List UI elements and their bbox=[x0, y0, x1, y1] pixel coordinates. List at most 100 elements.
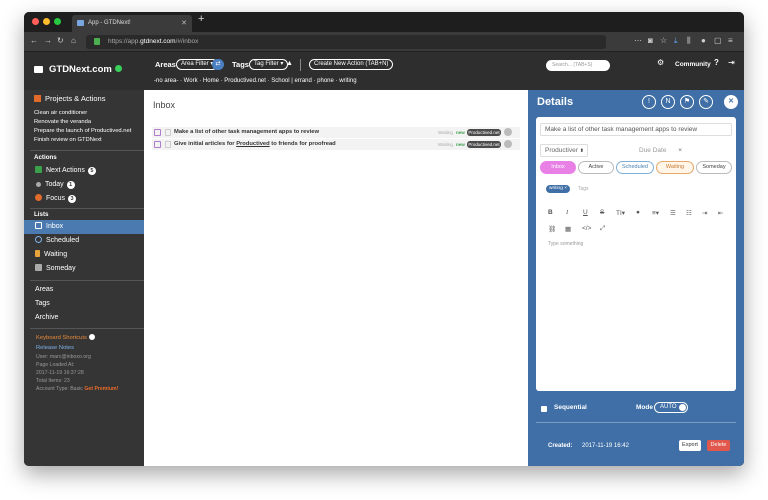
export-button[interactable]: Export bbox=[679, 440, 701, 451]
help-icon[interactable]: ? bbox=[714, 58, 719, 67]
sidebar-item-waiting[interactable]: Waiting bbox=[24, 248, 144, 262]
priority-icon[interactable]: ! bbox=[642, 95, 656, 109]
reload-icon[interactable]: ↻ bbox=[57, 36, 64, 45]
projects-heading[interactable]: Projects & Actions bbox=[34, 94, 105, 103]
task-row[interactable]: Make a list of other task management app… bbox=[152, 127, 520, 138]
inbox-pane: Inbox Make a list of other task manageme… bbox=[144, 90, 528, 466]
create-action-button[interactable]: Create New Action (TAB+N) bbox=[309, 59, 394, 70]
underline-icon[interactable]: U bbox=[583, 209, 588, 216]
status-waiting[interactable]: Waiting bbox=[656, 161, 694, 174]
task-title[interactable]: Give initial articles for Productived to… bbox=[174, 141, 336, 147]
tag-chip[interactable]: writing × bbox=[546, 185, 570, 193]
area-select[interactable]: Productiver ⬍ bbox=[540, 144, 588, 157]
task-name-input[interactable]: Make a list of other task management app… bbox=[540, 123, 732, 136]
sidebar-item-someday[interactable]: Someday bbox=[24, 262, 144, 276]
sidebar-item-focus[interactable]: Focus 3 bbox=[24, 192, 144, 206]
task-title[interactable]: Make a list of other task management app… bbox=[174, 129, 319, 135]
sidebar-toggle-icon[interactable]: ▢ bbox=[714, 36, 722, 45]
home-icon[interactable]: ⌂ bbox=[71, 36, 76, 45]
account-icon[interactable]: ● bbox=[701, 36, 706, 45]
back-arrow-icon[interactable]: ← bbox=[30, 36, 38, 45]
logout-icon[interactable]: ⇥ bbox=[728, 58, 735, 67]
menu-icon[interactable]: ≡ bbox=[728, 36, 733, 45]
tags-input[interactable]: Tags bbox=[578, 186, 589, 192]
library-icon[interactable]: ⫼ bbox=[687, 36, 691, 46]
task-checkbox[interactable] bbox=[154, 129, 161, 136]
bold-icon[interactable]: B bbox=[548, 209, 553, 216]
italic-icon[interactable]: I bbox=[566, 209, 568, 216]
notes-editor[interactable]: Type something bbox=[548, 241, 583, 247]
project-item[interactable]: Prepare the launch of Productived.net bbox=[34, 128, 131, 134]
task-row[interactable]: Give initial articles for Productived to… bbox=[152, 139, 520, 150]
next-flag-icon[interactable]: N bbox=[661, 95, 675, 109]
status-scheduled[interactable]: Scheduled bbox=[616, 161, 654, 174]
task-note-icon[interactable] bbox=[165, 129, 171, 136]
status-someday[interactable]: Someday bbox=[696, 161, 732, 174]
release-notes-link[interactable]: Release Notes bbox=[36, 345, 74, 351]
minimize-window-button[interactable] bbox=[43, 18, 50, 25]
row-settings-icon[interactable] bbox=[504, 128, 512, 136]
link-icon[interactable]: ⛓ bbox=[548, 225, 556, 233]
align-icon[interactable]: ≡▾ bbox=[652, 209, 659, 217]
filter-links[interactable]: -no area- · Work · Home · Productived.ne… bbox=[154, 78, 357, 84]
sidebar-item-scheduled[interactable]: Scheduled bbox=[24, 234, 144, 248]
area-sync-button[interactable]: ⇄ bbox=[212, 59, 224, 70]
settings-gear-icon[interactable]: ⚙ bbox=[657, 58, 664, 67]
new-tab-button[interactable]: + bbox=[198, 13, 204, 25]
browser-tab[interactable]: App - GTDNext! ✕ bbox=[72, 15, 192, 32]
code-view-icon[interactable]: </> bbox=[582, 225, 591, 232]
pocket-icon[interactable]: ◙ bbox=[648, 36, 653, 45]
community-link[interactable]: Community bbox=[675, 61, 711, 68]
outdent-icon[interactable]: ⇤ bbox=[718, 209, 723, 217]
area-tag[interactable]: Productived.net bbox=[467, 129, 501, 136]
row-settings-icon[interactable] bbox=[504, 140, 512, 148]
waiting-label[interactable]: Waiting bbox=[438, 130, 453, 135]
clear-date-icon[interactable]: × bbox=[678, 147, 682, 154]
brand[interactable]: GTDNext.com bbox=[34, 64, 122, 75]
get-premium-link[interactable]: Get Premium! bbox=[84, 386, 118, 392]
download-icon[interactable]: ⤓ bbox=[674, 36, 678, 46]
task-checkbox[interactable] bbox=[154, 141, 161, 148]
sidebar-item-next-actions[interactable]: Next Actions 5 bbox=[24, 164, 144, 178]
project-item[interactable]: Renovate the veranda bbox=[34, 119, 91, 125]
status-active[interactable]: Active bbox=[578, 161, 614, 174]
ordered-list-icon[interactable]: ☰ bbox=[670, 209, 676, 217]
tab-close-icon[interactable]: ✕ bbox=[181, 15, 187, 32]
task-note-icon[interactable] bbox=[165, 141, 171, 148]
delete-button[interactable]: Delete bbox=[707, 440, 730, 451]
status-inbox[interactable]: Inbox bbox=[540, 161, 576, 174]
waiting-label[interactable]: Waiting bbox=[438, 142, 453, 147]
table-icon[interactable]: ▦ bbox=[565, 225, 571, 233]
due-date-input[interactable]: Due Date × bbox=[634, 144, 688, 157]
more-icon[interactable]: ⋯ bbox=[634, 36, 642, 45]
tag-filter-dropdown[interactable]: Tag Filter ▾ bbox=[249, 59, 289, 70]
keyboard-shortcuts-link[interactable]: Keyboard Shortcuts bbox=[36, 334, 95, 341]
sidebar-item-areas[interactable]: Areas bbox=[35, 286, 53, 293]
task-title-link[interactable]: Productived bbox=[236, 141, 270, 147]
search-input[interactable]: Search... (TAB+S) bbox=[546, 60, 610, 71]
mode-select[interactable]: AUTO bbox=[654, 402, 688, 413]
fullscreen-icon[interactable]: ⤢ bbox=[600, 225, 605, 233]
project-item[interactable]: Finish review on GTDNext bbox=[34, 137, 102, 143]
collapse-filters-icon[interactable]: ▲ bbox=[286, 60, 293, 67]
bullet-list-icon[interactable]: ☷ bbox=[686, 209, 692, 217]
color-drop-icon[interactable]: ● bbox=[636, 209, 640, 216]
sequential-checkbox[interactable] bbox=[541, 406, 547, 412]
sidebar-item-today[interactable]: Today 1 bbox=[24, 178, 144, 192]
flag-icon[interactable]: ⚑ bbox=[680, 95, 694, 109]
text-size-icon[interactable]: TI▾ bbox=[616, 209, 625, 217]
address-bar[interactable]: https://app.gtdnext.com/#/inbox bbox=[86, 35, 606, 49]
close-window-button[interactable] bbox=[32, 18, 39, 25]
sidebar-item-inbox[interactable]: Inbox bbox=[24, 220, 144, 234]
strikethrough-icon[interactable]: S bbox=[600, 209, 604, 216]
attach-icon[interactable]: ✎ bbox=[699, 95, 713, 109]
bookmark-star-icon[interactable]: ☆ bbox=[660, 36, 667, 45]
area-tag[interactable]: Productived.net bbox=[467, 141, 501, 148]
project-item[interactable]: Clean air conditioner bbox=[34, 110, 87, 116]
forward-arrow-icon[interactable]: → bbox=[44, 36, 52, 45]
close-icon[interactable]: ✕ bbox=[724, 95, 738, 109]
sidebar-item-archive[interactable]: Archive bbox=[35, 314, 58, 321]
zoom-window-button[interactable] bbox=[54, 18, 61, 25]
indent-icon[interactable]: ⇥ bbox=[702, 209, 707, 217]
sidebar-item-tags[interactable]: Tags bbox=[35, 300, 50, 307]
